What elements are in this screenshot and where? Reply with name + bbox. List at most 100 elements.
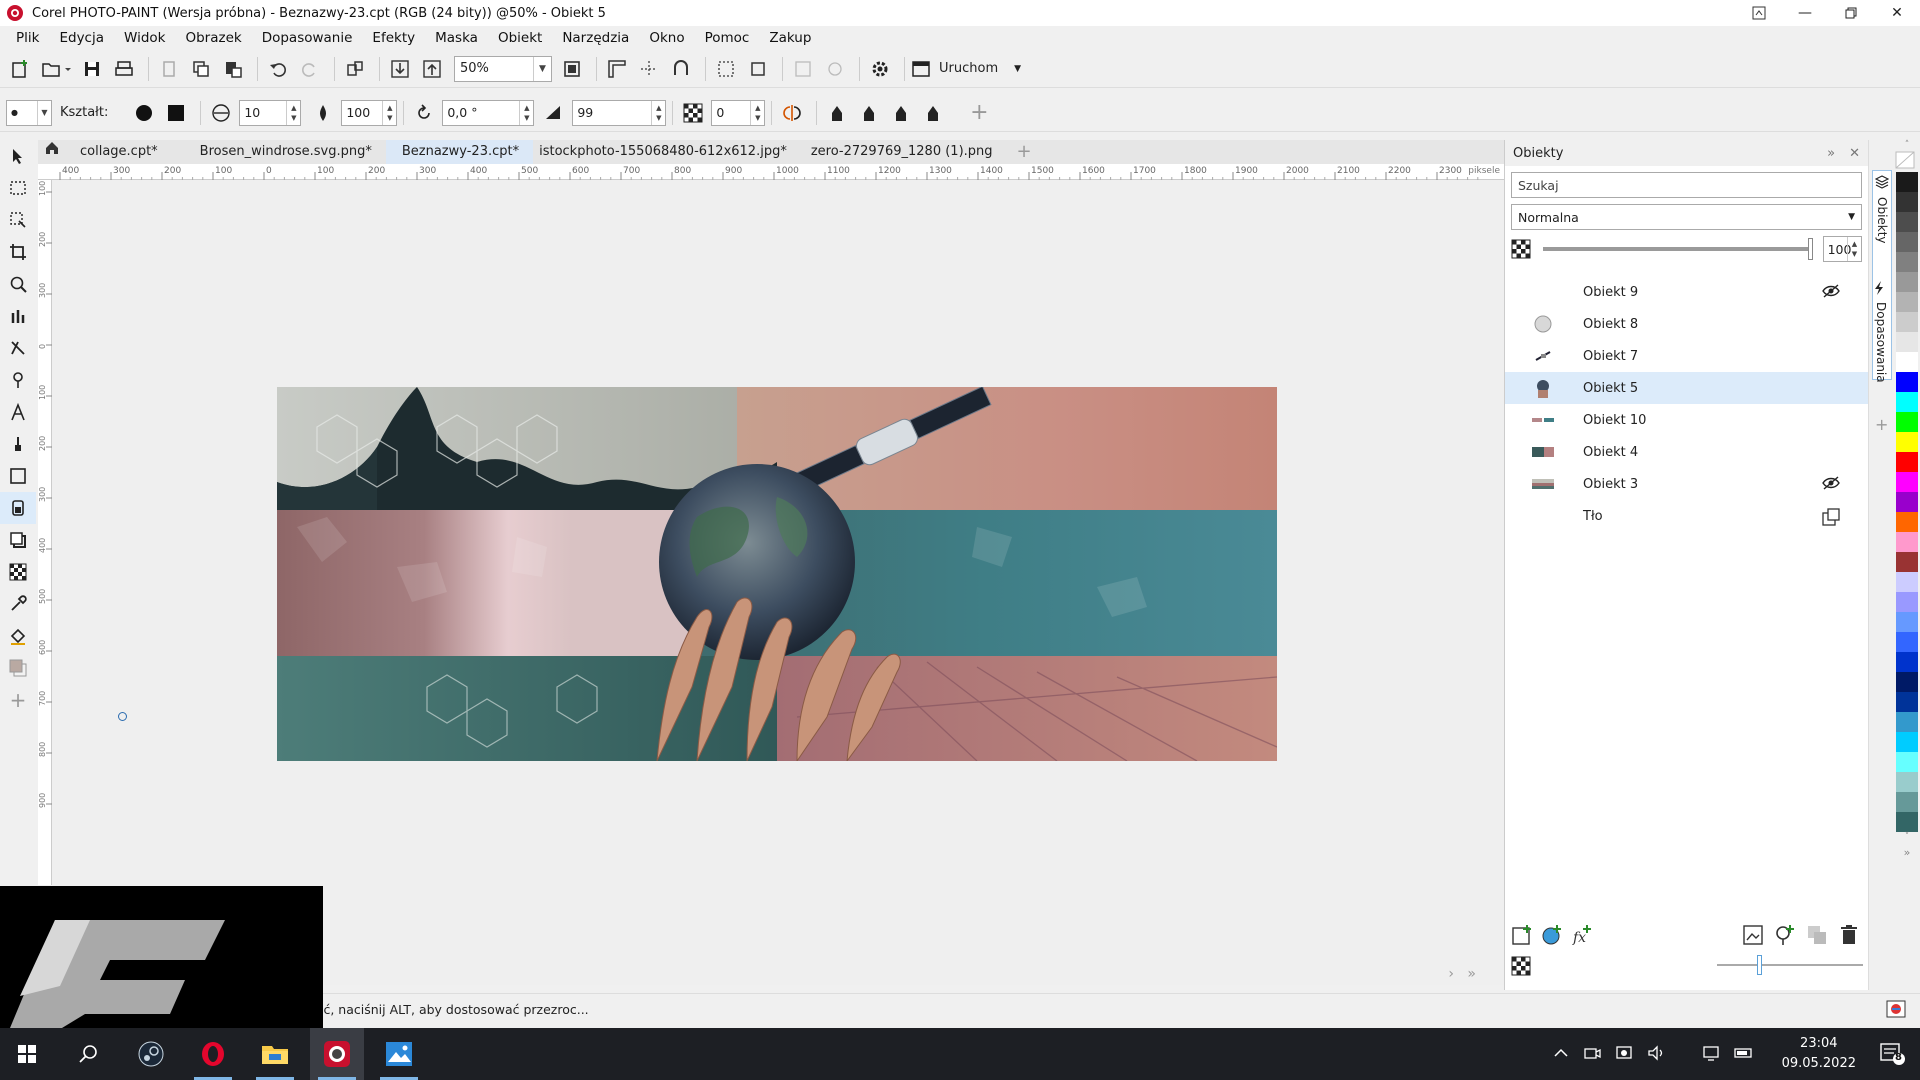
rotation-field[interactable]: 0,0 ° ▲ ▼: [442, 99, 535, 126]
palette-swatch[interactable]: [1896, 532, 1918, 552]
object-row-tlo[interactable]: Tło: [1505, 500, 1868, 532]
horizontal-ruler[interactable]: 400 300 200 100 0 100 200 300 400 500 600 700 800 900…: [38, 164, 1504, 180]
palette-swatch[interactable]: [1896, 792, 1918, 812]
notifications-icon[interactable]: 8: [1880, 1042, 1906, 1066]
palette-swatch[interactable]: [1896, 472, 1918, 492]
taskbar-clock[interactable]: 23:04 09.05.2022: [1782, 1034, 1856, 1074]
menu-zakup[interactable]: Zakup: [759, 26, 821, 50]
palette-swatch[interactable]: [1896, 772, 1918, 792]
network-icon[interactable]: [1702, 1044, 1720, 1062]
palette-swatch[interactable]: [1896, 672, 1918, 692]
palette-swatch[interactable]: [1896, 372, 1918, 392]
show-guidelines-icon[interactable]: [635, 55, 663, 83]
opera-icon[interactable]: [186, 1028, 240, 1080]
brush-mode-icon[interactable]: [823, 99, 851, 127]
photos-app-icon[interactable]: [372, 1028, 426, 1080]
window-preview-icon[interactable]: [1736, 0, 1782, 26]
menu-maska[interactable]: Maska: [425, 26, 488, 50]
brush-mode-3-icon[interactable]: [887, 99, 915, 127]
add-docker-icon[interactable]: +: [1875, 415, 1888, 434]
brush-preset-picker[interactable]: ● ▼: [6, 99, 52, 126]
palette-swatch[interactable]: [1896, 452, 1918, 472]
cut-icon[interactable]: [155, 55, 183, 83]
object-row-obiekt-10[interactable]: Obiekt 10: [1505, 404, 1868, 436]
thumbnail-size-thumb[interactable]: [1757, 955, 1762, 975]
menu-pomoc[interactable]: Pomoc: [695, 26, 760, 50]
spin-arrows-icon[interactable]: ▲ ▼: [1847, 237, 1861, 261]
show-mask-marquee-icon[interactable]: [712, 55, 740, 83]
palette-swatch[interactable]: [1896, 412, 1918, 432]
palette-swatch[interactable]: [1896, 312, 1918, 332]
flatten-field[interactable]: 99 ▲ ▼: [572, 99, 667, 126]
palette-swatch[interactable]: [1896, 752, 1918, 772]
palette-swatch[interactable]: [1896, 612, 1918, 632]
symmetry-icon[interactable]: [778, 99, 806, 127]
options-gear-icon[interactable]: [866, 55, 894, 83]
new-lens-icon[interactable]: [1541, 924, 1563, 946]
corel-photopaint-taskbar-icon[interactable]: [310, 1028, 364, 1080]
clip-mask-icon[interactable]: [1774, 924, 1796, 946]
palette-swatch[interactable]: [1896, 692, 1918, 712]
rectangle-tool-icon[interactable]: [0, 460, 36, 492]
add-icon[interactable]: +: [965, 99, 993, 127]
palette-swatch[interactable]: [1896, 232, 1918, 252]
restore-button[interactable]: [1828, 0, 1874, 26]
transparency-tool-icon[interactable]: [0, 556, 36, 588]
zoom-tool-icon[interactable]: [0, 268, 36, 300]
paint-tool-icon[interactable]: [0, 428, 36, 460]
rectangle-mask-tool-icon[interactable]: [0, 172, 36, 204]
spin-arrows-icon[interactable]: ▲ ▼: [382, 100, 396, 125]
background-lock-icon[interactable]: [1822, 508, 1840, 526]
palette-swatch[interactable]: [1896, 432, 1918, 452]
horizontal-scrollbar[interactable]: › »: [320, 965, 1504, 985]
clone-tool-icon[interactable]: [0, 332, 36, 364]
pick-tool-icon[interactable]: [0, 140, 36, 172]
palette-down-icon[interactable]: ˅: [1894, 832, 1920, 846]
palette-swatch[interactable]: [1896, 352, 1918, 372]
color-swatches-icon[interactable]: [0, 652, 36, 684]
tab-brosen-windrose[interactable]: Brosen_windrose.svg.png*: [172, 140, 386, 164]
object-row-obiekt-9[interactable]: Obiekt 9: [1505, 276, 1868, 308]
chevron-down-icon[interactable]: ▼: [37, 100, 51, 125]
square-nib-icon[interactable]: [162, 99, 190, 127]
collage-image[interactable]: [277, 387, 1277, 761]
tab-beznazwy-23[interactable]: Beznazwy-23.cpt*: [385, 140, 534, 164]
brush-mode-4-icon[interactable]: [919, 99, 947, 127]
palette-swatch[interactable]: [1896, 272, 1918, 292]
hidden-eye-icon[interactable]: [1822, 284, 1840, 298]
palette-swatch[interactable]: [1896, 292, 1918, 312]
image-size-icon[interactable]: [341, 55, 369, 83]
steam-icon[interactable]: [124, 1028, 178, 1080]
spin-arrows-icon[interactable]: ▲ ▼: [651, 100, 665, 125]
undo-icon[interactable]: [264, 55, 292, 83]
drop-shadow-tool-icon[interactable]: [0, 524, 36, 556]
crop-tool-icon[interactable]: [0, 236, 36, 268]
palette-swatch[interactable]: [1896, 632, 1918, 652]
tab-zero-png[interactable]: zero-2729769_1280 (1).png: [801, 140, 1007, 164]
show-rulers-icon[interactable]: [603, 55, 631, 83]
save-icon[interactable]: [78, 55, 106, 83]
mask-overlay-icon[interactable]: [744, 55, 772, 83]
fill-tool-icon[interactable]: [0, 620, 36, 652]
palette-swatch[interactable]: [1896, 572, 1918, 592]
chevron-down-icon[interactable]: ▼: [533, 56, 551, 81]
palette-swatch[interactable]: [1896, 212, 1918, 232]
zoom-level-combo[interactable]: 50% ▼: [454, 55, 552, 82]
vertical-ruler[interactable]: 100 200 300 0 100 200 300 400 500 600 700 800 900: [38, 180, 52, 885]
copy-icon[interactable]: [187, 55, 215, 83]
spin-arrows-icon[interactable]: ▲ ▼: [286, 100, 300, 125]
spin-arrows-icon[interactable]: ▲ ▼: [519, 100, 533, 125]
spin-arrows-icon[interactable]: ▲ ▼: [750, 100, 764, 125]
object-marquee-icon[interactable]: [789, 55, 817, 83]
open-folder-icon[interactable]: [38, 55, 74, 83]
palette-swatch[interactable]: [1896, 812, 1918, 832]
close-docker-icon[interactable]: ✕: [1849, 146, 1860, 161]
menu-plik[interactable]: Plik: [6, 26, 49, 50]
scroll-right-icon[interactable]: ›: [1448, 966, 1454, 982]
delete-object-icon[interactable]: [1838, 924, 1860, 946]
palette-up-icon[interactable]: ˄: [1894, 140, 1920, 150]
tab-collage[interactable]: collage.cpt*: [66, 140, 172, 164]
print-icon[interactable]: [110, 55, 138, 83]
text-tool-icon[interactable]: [0, 396, 36, 428]
objects-search-input[interactable]: Szukaj: [1511, 172, 1862, 198]
